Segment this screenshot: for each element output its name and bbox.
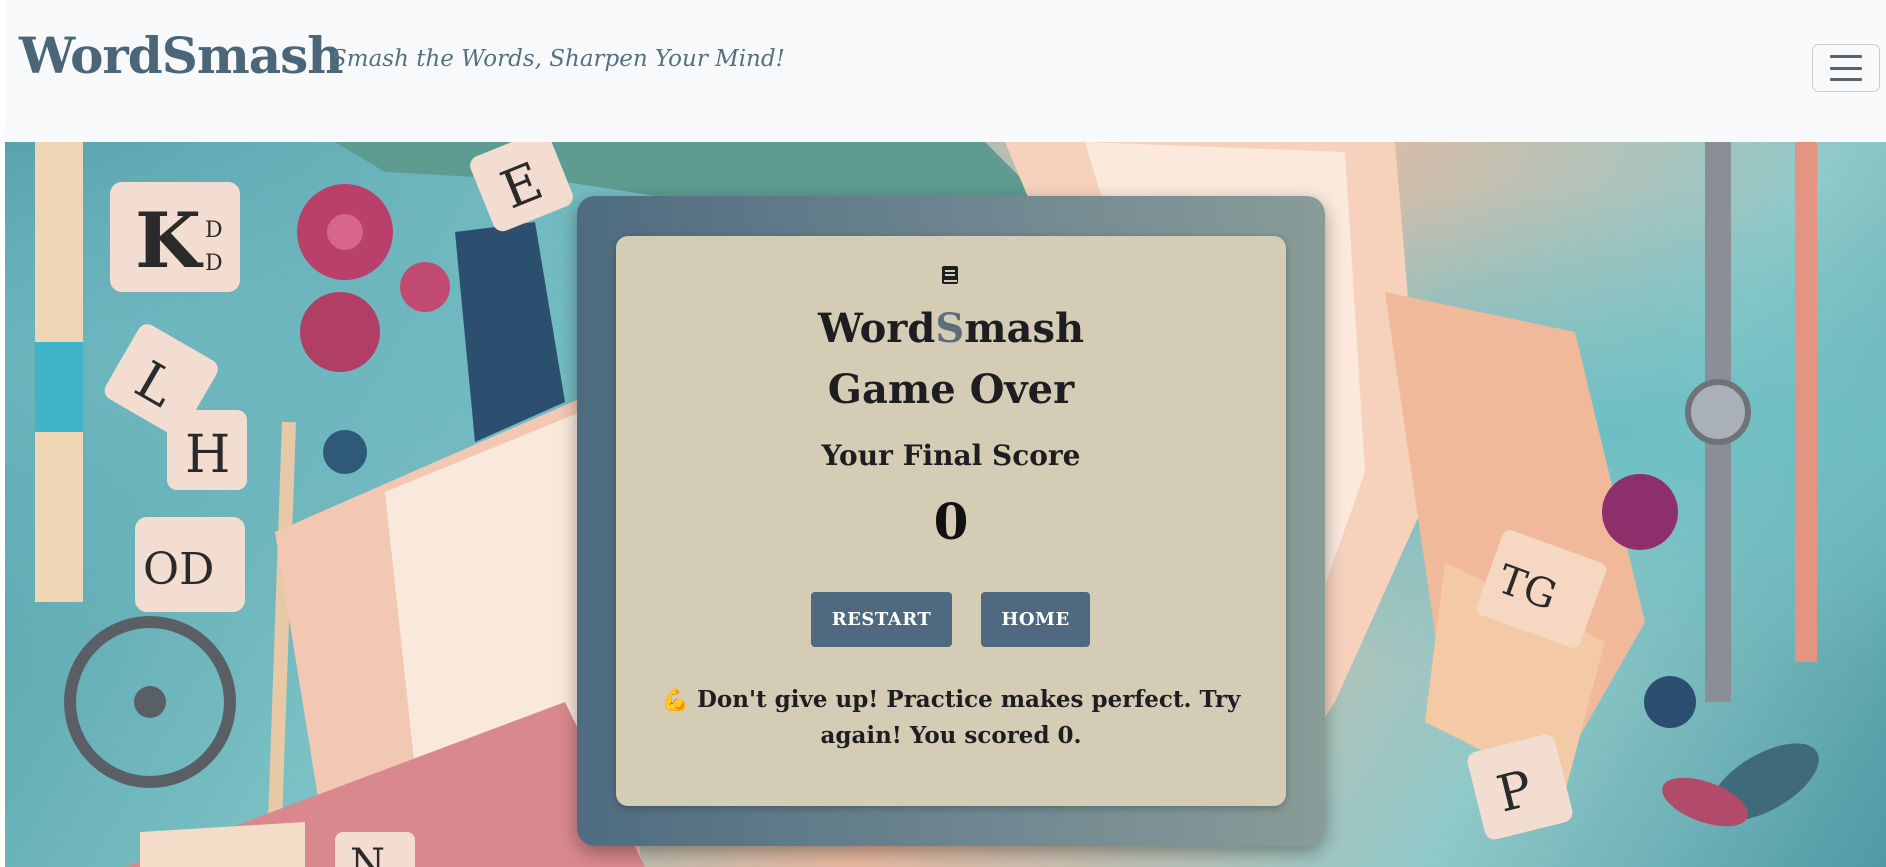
flower-shape [1644, 676, 1696, 728]
navbar-toggle-button[interactable] [1812, 44, 1880, 92]
final-score-label: Your Final Score [821, 439, 1081, 472]
brand-logo[interactable]: WordSmash [19, 26, 344, 85]
game-title-suffix: mash [964, 305, 1085, 352]
final-score-value: 0 [933, 492, 969, 551]
hamburger-menu-icon [1830, 55, 1862, 81]
game-over-card: WordSmash Game Over Your Final Score 0 R… [616, 236, 1286, 806]
game-title: WordSmash [616, 299, 1286, 359]
navy-book-shape [455, 222, 565, 442]
page: WordSmash Smash the Words, Sharpen Your … [0, 0, 1886, 867]
game-over-heading: Game Over [827, 366, 1075, 413]
game-title-accent: S [935, 305, 965, 352]
flower-shape [1602, 474, 1678, 550]
restart-button[interactable]: RESTART [811, 592, 952, 647]
tile-letter: N [350, 841, 385, 867]
tool-ring-shape [1685, 379, 1751, 445]
flexed-biceps-icon: 💪 [661, 687, 689, 713]
flower-shape [300, 292, 380, 372]
red-pencil-shape [1795, 142, 1817, 662]
flower-center-shape [327, 214, 363, 250]
tile-letter: K [135, 196, 204, 285]
game-over-panel: WordSmash Game Over Your Final Score 0 R… [577, 196, 1325, 846]
window-edge [0, 0, 5, 867]
home-button[interactable]: HOME [981, 592, 1090, 647]
tile-letter: D [205, 251, 223, 276]
tagline: Smash the Words, Sharpen Your Mind! [331, 46, 785, 72]
ruler-accent-shape [35, 342, 83, 432]
tile-letter: H [185, 425, 230, 485]
book-icon [942, 266, 958, 284]
tile-letter: D [205, 218, 223, 243]
encouragement-text: Don't give up! Practice makes perfect. T… [696, 686, 1241, 749]
berry-shape [323, 430, 367, 474]
wheel-hub-shape [134, 686, 166, 718]
flower-shape [400, 262, 450, 312]
game-title-prefix: Word [817, 305, 936, 352]
navbar: WordSmash Smash the Words, Sharpen Your … [5, 0, 1886, 142]
small-book-shape [140, 822, 305, 867]
encouragement-message: 💪 Don't give up! Practice makes perfect.… [646, 682, 1256, 754]
tile-letter: OD [143, 544, 214, 595]
